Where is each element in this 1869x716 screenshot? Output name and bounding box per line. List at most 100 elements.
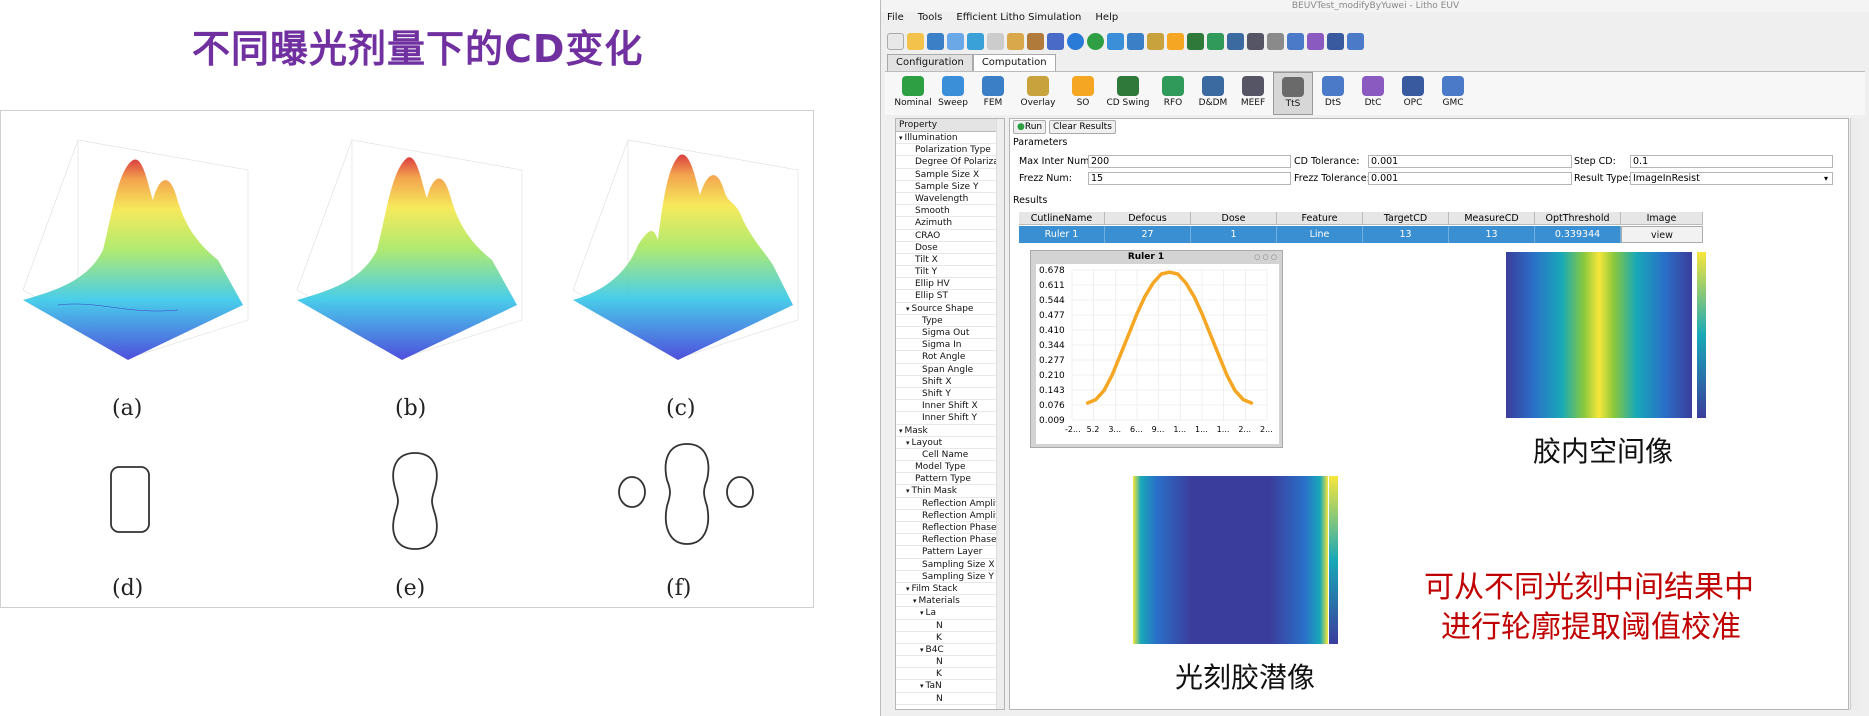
property-scrollbar[interactable] [996,119,1004,709]
column-header[interactable]: Defocus [1105,212,1191,225]
table-cell[interactable]: Ruler 1 [1019,226,1105,243]
property-item[interactable]: Sample Size Y [896,181,1004,193]
property-item[interactable]: Sampling Size X [896,559,1004,571]
sweep-tool-icon[interactable] [1107,32,1124,50]
opc-tool-icon[interactable] [1327,32,1344,50]
light-icon[interactable] [947,32,964,50]
ribbon-dtc-button[interactable]: DtC [1353,72,1393,115]
ribbon-nominal-button[interactable]: Nominal [893,72,933,115]
property-item[interactable]: Inner Shift X [896,400,1004,413]
dtc-tool-icon[interactable] [1307,32,1324,50]
expand-arrow-icon[interactable]: ▾ [899,427,903,435]
expand-arrow-icon[interactable]: ▾ [913,597,917,605]
property-item[interactable]: Shift Y [896,388,1004,401]
property-item[interactable]: ▾ Thin Mask [896,485,1004,498]
ribbon-dts-button[interactable]: DtS [1313,72,1353,115]
property-item[interactable]: Shift X [896,376,1004,388]
expand-arrow-icon[interactable]: ▾ [920,646,924,654]
flask-icon[interactable] [987,32,1004,50]
tab-configuration[interactable]: Configuration [887,54,973,71]
table-cell[interactable]: 0.339344 [1535,226,1621,243]
column-header[interactable]: Image [1621,212,1703,225]
new-file-icon[interactable] [887,32,904,50]
property-item[interactable]: ▾ La [896,607,1004,620]
property-item[interactable]: Sample Size X [896,169,1004,181]
property-item[interactable]: Ellip HV [896,278,1004,291]
meef-tool-icon[interactable] [1247,32,1264,50]
column-header[interactable]: CutlineName [1019,212,1105,225]
target-icon[interactable] [1047,32,1064,50]
table-cell[interactable]: Line [1277,226,1363,243]
property-item[interactable]: Reflection Phase A [896,522,1004,535]
property-item[interactable]: N [896,620,1004,632]
property-item[interactable]: Sigma In [896,339,1004,352]
menu-efficient-litho[interactable]: Efficient Litho Simulation [954,12,1083,26]
property-item[interactable]: K [896,668,1004,681]
window-controls[interactable]: ○ ○ ○ [1254,253,1277,261]
table-cell[interactable]: 13 [1449,226,1535,243]
fem-tool-icon[interactable] [1127,32,1144,50]
ribbon-sweep-button[interactable]: Sweep [933,72,973,115]
expand-arrow-icon[interactable]: ▾ [920,609,924,617]
frezz-tolerance-input[interactable]: 0.001 [1368,172,1572,185]
ribbon-gmc-button[interactable]: GMC [1433,72,1473,115]
property-item[interactable]: N [896,693,1004,705]
column-header[interactable]: Feature [1277,212,1363,225]
tab-computation[interactable]: Computation [972,54,1056,71]
property-item[interactable]: Dose [896,242,1004,254]
frezz-num-input[interactable]: 15 [1088,172,1291,185]
run-nominal-icon[interactable] [1087,32,1104,50]
property-item[interactable]: Reflection Phase A [896,534,1004,547]
edit-icon[interactable] [1027,32,1044,50]
property-item[interactable]: Degree Of Polarizat [896,156,1004,169]
gmc-tool-icon[interactable] [1347,32,1364,50]
property-item[interactable]: ▾ Layout [896,437,1004,449]
property-item[interactable]: Reflection Amplit [896,510,1004,522]
property-item[interactable]: Span Angle [896,364,1004,376]
property-item[interactable]: N [896,656,1004,669]
column-header[interactable]: OptThreshold [1535,212,1621,225]
property-item[interactable]: Sampling Size Y [896,571,1004,583]
property-item[interactable]: Polarization Type [896,144,1004,157]
more-icon[interactable] [1067,32,1084,50]
property-item[interactable]: Sigma Out [896,327,1004,340]
property-item[interactable]: Smooth [896,205,1004,218]
ribbon-fem-button[interactable]: FEM [973,72,1013,115]
table-cell[interactable]: 1 [1191,226,1277,243]
main-scrollbar[interactable] [1850,118,1860,710]
ribbon-tts-button[interactable]: TtS [1273,72,1313,115]
property-item[interactable]: CRAO [896,230,1004,242]
menu-help[interactable]: Help [1093,12,1120,26]
table-cell[interactable]: 27 [1105,226,1191,243]
expand-arrow-icon[interactable]: ▾ [920,682,924,690]
property-item[interactable]: Tilt X [896,254,1004,267]
column-header[interactable]: TargetCD [1363,212,1449,225]
property-item[interactable]: Reflection Amplit [896,498,1004,510]
property-item[interactable]: ▾ B4C [896,644,1004,657]
cdswing-tool-icon[interactable] [1187,32,1204,50]
layers-icon[interactable] [967,32,984,50]
property-item[interactable]: ▾ Film Stack [896,583,1004,596]
menu-tools[interactable]: Tools [916,12,945,26]
open-folder-icon[interactable] [907,32,924,50]
max-inter-num-input[interactable]: 200 [1088,155,1291,168]
property-item[interactable]: ▾ Materials [896,595,1004,608]
property-item[interactable]: Tilt Y [896,266,1004,279]
ribbon-meef-button[interactable]: MEEF [1233,72,1273,115]
view-image-button[interactable]: view [1621,226,1703,243]
result-type-select[interactable]: ImageInResist ▾ [1630,172,1833,185]
ribbon-overlay-button[interactable]: Overlay [1013,72,1063,115]
cd-tolerance-input[interactable]: 0.001 [1368,155,1572,168]
property-item[interactable]: Wavelength [896,193,1004,206]
property-item[interactable]: ▾ Mask [896,425,1004,437]
ribbon-d-dm-button[interactable]: D&DM [1193,72,1233,115]
property-item[interactable]: ▾ Illumination [896,132,1004,145]
property-item[interactable]: ▾ TaN [896,680,1004,693]
run-button[interactable]: ●Run [1013,120,1047,134]
tts-tool-icon[interactable] [1267,32,1284,50]
property-item[interactable]: Azimuth [896,217,1004,230]
property-item[interactable]: Model Type [896,461,1004,474]
ddm-tool-icon[interactable] [1227,32,1244,50]
so-tool-icon[interactable] [1167,32,1184,50]
property-item[interactable]: K [896,632,1004,644]
